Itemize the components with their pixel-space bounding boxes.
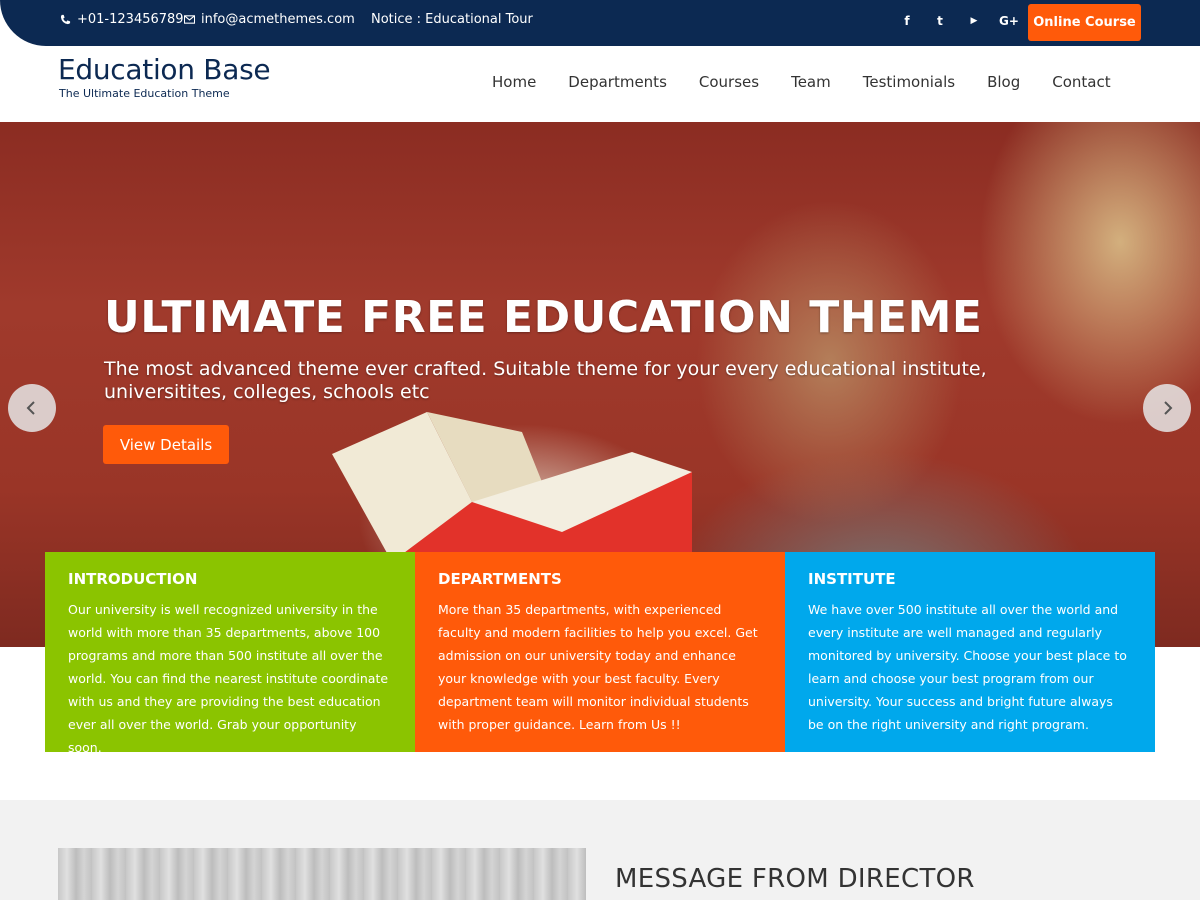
slider-next-button[interactable]	[1143, 384, 1191, 432]
feature-text: More than 35 departments, with experienc…	[438, 602, 758, 732]
nav-blog[interactable]: Blog	[987, 73, 1020, 91]
hero-book-illustration	[332, 412, 692, 562]
facebook-icon[interactable]: f	[899, 14, 915, 28]
email-text: info@acmethemes.com	[201, 12, 355, 27]
feature-institute: INSTITUTE We have over 500 institute all…	[785, 552, 1155, 752]
feature-introduction: INTRODUCTION Our university is well reco…	[45, 552, 415, 755]
twitter-icon[interactable]: t	[932, 14, 948, 28]
feature-departments: DEPARTMENTS More than 35 departments, wi…	[415, 552, 785, 752]
director-image	[58, 848, 586, 900]
online-course-button[interactable]: Online Course	[1028, 4, 1141, 41]
phone-contact[interactable]: +01-123456789	[60, 12, 184, 27]
chevron-left-icon	[26, 401, 35, 415]
phone-icon	[60, 14, 71, 25]
notice-text: Notice : Educational Tour	[371, 12, 533, 27]
phone-text: +01-123456789	[77, 12, 184, 27]
google-plus-icon[interactable]: G+	[999, 14, 1019, 28]
chevron-right-icon	[1164, 401, 1173, 415]
nav-home[interactable]: Home	[492, 73, 536, 91]
nav-departments[interactable]: Departments	[568, 73, 667, 91]
view-details-button[interactable]: View Details	[103, 425, 229, 464]
hero-title: ULTIMATE FREE EDUCATION THEME	[104, 292, 983, 343]
feature-title[interactable]: INSTITUTE	[808, 570, 1132, 588]
feature-title[interactable]: DEPARTMENTS	[438, 570, 762, 588]
feature-boxes: INTRODUCTION Our university is well reco…	[45, 552, 1155, 755]
hero-subtitle: The most advanced theme ever crafted. Su…	[104, 358, 987, 403]
notice[interactable]: Notice : Educational Tour	[371, 12, 533, 27]
site-title[interactable]: Education Base	[58, 53, 271, 86]
slider-prev-button[interactable]	[8, 384, 56, 432]
site-tagline: The Ultimate Education Theme	[59, 87, 230, 100]
envelope-icon	[184, 15, 195, 24]
nav-contact[interactable]: Contact	[1052, 73, 1110, 91]
feature-text: Our university is well recognized univer…	[68, 602, 389, 755]
top-bar: +01-123456789 info@acmethemes.com Notice…	[0, 0, 1200, 46]
main-nav: Home Departments Courses Team Testimonia…	[492, 73, 1111, 91]
director-heading: MESSAGE FROM DIRECTOR	[615, 864, 975, 894]
youtube-icon[interactable]: ▶	[966, 16, 982, 26]
feature-title[interactable]: INTRODUCTION	[68, 570, 392, 588]
feature-text: We have over 500 institute all over the …	[808, 602, 1127, 732]
email-contact[interactable]: info@acmethemes.com	[184, 12, 355, 27]
nav-courses[interactable]: Courses	[699, 73, 759, 91]
nav-testimonials[interactable]: Testimonials	[863, 73, 955, 91]
nav-team[interactable]: Team	[791, 73, 831, 91]
